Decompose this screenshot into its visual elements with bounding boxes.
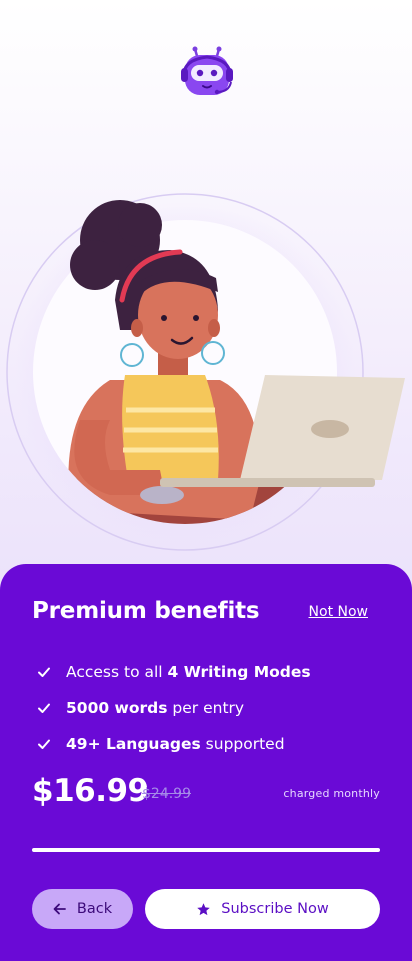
billing-note: charged monthly bbox=[283, 787, 380, 800]
benefits-list: Access to all 4 Writing Modes 5000 words… bbox=[36, 654, 311, 762]
benefit-item: 5000 words per entry bbox=[36, 690, 311, 726]
back-button-label: Back bbox=[76, 901, 113, 917]
benefit-text: 49+ Languages supported bbox=[66, 735, 285, 753]
price: $16.99 bbox=[32, 773, 149, 809]
benefit-text: Access to all 4 Writing Modes bbox=[66, 663, 311, 681]
arrow-left-icon bbox=[53, 903, 66, 915]
benefit-item: 49+ Languages supported bbox=[36, 726, 311, 762]
woman-laptop-illustration bbox=[6, 193, 405, 551]
not-now-link[interactable]: Not Now bbox=[309, 604, 368, 620]
subscribe-button[interactable]: Subscribe Now bbox=[145, 889, 380, 929]
checkmark-icon bbox=[38, 739, 50, 749]
sheet-title: Premium benefits bbox=[32, 598, 260, 624]
robot-mascot-icon bbox=[181, 46, 233, 95]
subscribe-button-label: Subscribe Now bbox=[221, 901, 329, 917]
benefit-text: 5000 words per entry bbox=[66, 699, 245, 717]
divider bbox=[32, 848, 380, 852]
premium-sheet: Premium benefits Not Now Access to all 4… bbox=[0, 564, 412, 961]
benefit-item: Access to all 4 Writing Modes bbox=[36, 654, 311, 690]
checkmark-icon bbox=[38, 667, 50, 677]
old-price: $24.99 bbox=[142, 786, 191, 802]
star-icon bbox=[197, 902, 211, 915]
checkmark-icon bbox=[38, 703, 50, 713]
back-button[interactable]: Back bbox=[32, 889, 133, 929]
